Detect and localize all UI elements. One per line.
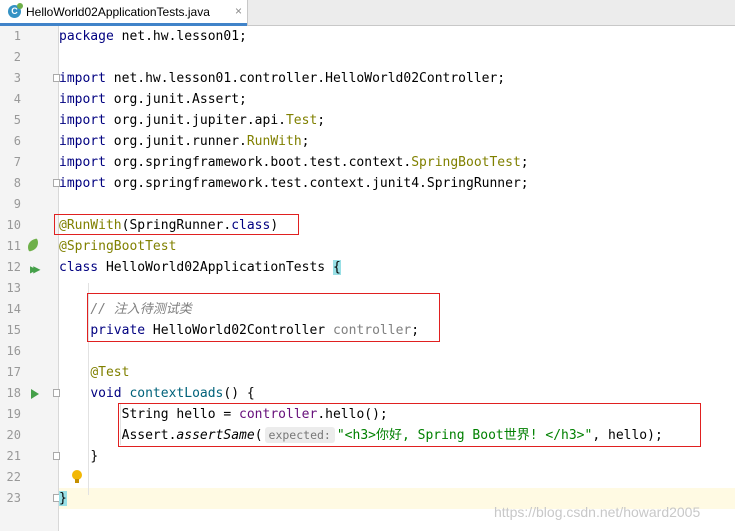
code-line[interactable]: @Test: [59, 362, 735, 383]
code-row-5: 5 import org.junit.jupiter.api.Test;: [0, 110, 735, 131]
spring-bean-icon[interactable]: [25, 238, 41, 252]
line-number: 16: [6, 344, 21, 358]
code-line[interactable]: @SpringBootTest: [59, 236, 735, 257]
code-row-1: 1 package net.hw.lesson01;: [0, 26, 735, 47]
code-row-3: 3 import net.hw.lesson01.controller.Hell…: [0, 68, 735, 89]
lightbulb-icon[interactable]: [72, 470, 82, 483]
line-number: 2: [13, 50, 21, 64]
code-row-8: 8 import org.springframework.test.contex…: [0, 173, 735, 194]
editor-tab-bar: C HelloWorld02ApplicationTests.java ×: [0, 0, 735, 26]
line-number: 10: [6, 218, 21, 232]
line-number: 17: [6, 365, 21, 379]
highlight-box-assertion: [118, 403, 701, 447]
file-tab[interactable]: C HelloWorld02ApplicationTests.java ×: [0, 0, 248, 26]
java-class-icon: C: [8, 3, 23, 18]
line-number: 4: [13, 92, 21, 106]
line-number: 13: [6, 281, 21, 295]
line-number: 12: [6, 260, 21, 274]
run-test-icon[interactable]: [31, 389, 39, 399]
code-line[interactable]: import org.springframework.boot.test.con…: [59, 152, 735, 173]
code-row-16: 16: [0, 341, 735, 362]
line-number: 11: [6, 239, 21, 253]
watermark: https://blog.csdn.net/howard2005: [494, 504, 701, 520]
line-number: 21: [6, 449, 21, 463]
line-number: 22: [6, 470, 21, 484]
line-number: 18: [6, 386, 21, 400]
line-number: 15: [6, 323, 21, 337]
code-row-2: 2: [0, 47, 735, 68]
code-row-22: 22: [0, 467, 735, 488]
code-row-9: 9: [0, 194, 735, 215]
code-row-6: 6 import org.junit.runner.RunWith;: [0, 131, 735, 152]
close-tab-icon[interactable]: ×: [235, 4, 242, 18]
code-row-12: 12 ▶▶ class HelloWorld02ApplicationTests…: [0, 257, 735, 278]
line-number: 23: [6, 491, 21, 505]
code-row-7: 7 import org.springframework.boot.test.c…: [0, 152, 735, 173]
line-number: 1: [13, 29, 21, 43]
highlight-box-injection: [87, 293, 440, 342]
code-line[interactable]: }: [59, 446, 735, 467]
line-number: 20: [6, 428, 21, 442]
file-tab-label: HelloWorld02ApplicationTests.java: [26, 5, 210, 19]
line-number: 6: [13, 134, 21, 148]
code-row-18: 18 void contextLoads() {: [0, 383, 735, 404]
code-line[interactable]: import org.springframework.test.context.…: [59, 173, 735, 194]
highlight-box-runwith: [54, 214, 299, 235]
code-line[interactable]: import net.hw.lesson01.controller.HelloW…: [59, 68, 735, 89]
code-line[interactable]: package net.hw.lesson01;: [59, 26, 735, 47]
code-row-11: 11 @SpringBootTest: [0, 236, 735, 257]
line-number: 14: [6, 302, 21, 316]
line-number: 3: [13, 71, 21, 85]
code-line[interactable]: import org.junit.Assert;: [59, 89, 735, 110]
run-tests-icon[interactable]: ▶▶: [30, 262, 41, 276]
code-row-17: 17 @Test: [0, 362, 735, 383]
code-line[interactable]: void contextLoads() {: [59, 383, 735, 404]
code-line[interactable]: import org.junit.runner.RunWith;: [59, 131, 735, 152]
code-line[interactable]: class HelloWorld02ApplicationTests {: [59, 257, 735, 278]
line-number: 9: [13, 197, 21, 211]
code-line[interactable]: import org.junit.jupiter.api.Test;: [59, 110, 735, 131]
code-row-21: 21 }: [0, 446, 735, 467]
line-number: 5: [13, 113, 21, 127]
line-number: 19: [6, 407, 21, 421]
line-number: 7: [13, 155, 21, 169]
line-number: 8: [13, 176, 21, 190]
code-row-4: 4 import org.junit.Assert;: [0, 89, 735, 110]
